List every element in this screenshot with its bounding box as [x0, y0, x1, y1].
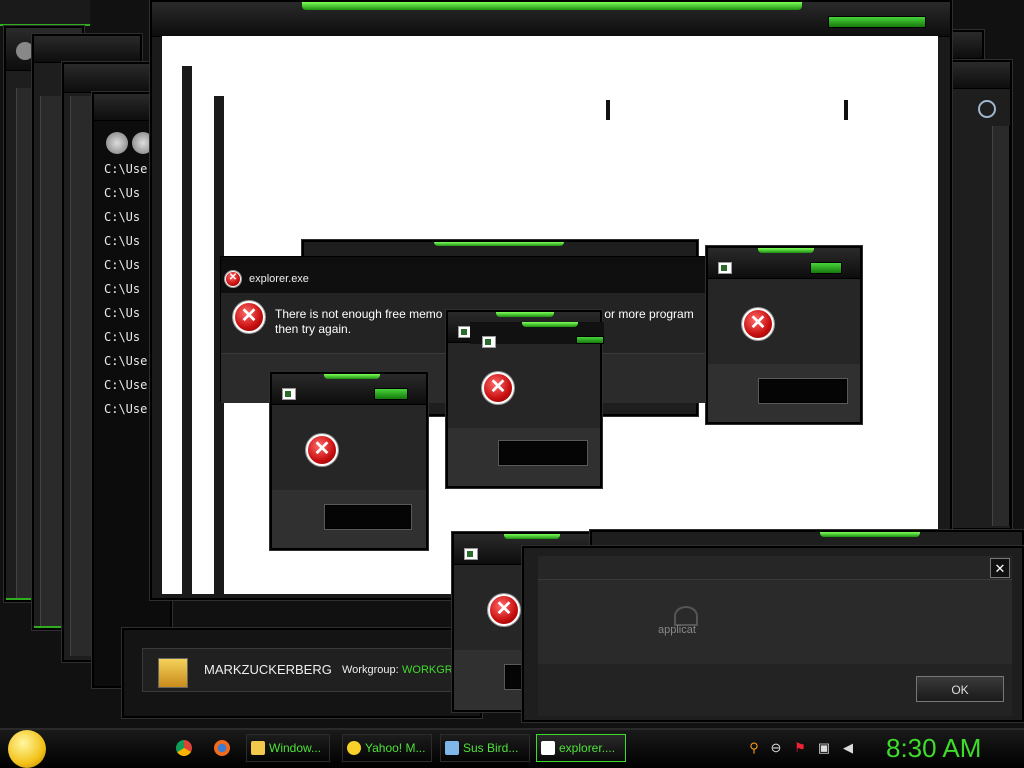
error-icon: ✕: [482, 372, 514, 404]
system-info-panel: MARKZUCKERBERG Workgroup: WORKGRO: [122, 628, 482, 718]
cmd-line: C:\Us: [104, 306, 141, 320]
error-message-line2: then try again.: [275, 322, 352, 336]
taskbar-item[interactable]: Yahoo! M...: [342, 734, 432, 762]
taskbar-item-label: explorer....: [559, 741, 616, 755]
firefox-icon[interactable]: [214, 740, 230, 756]
window-icon: [541, 741, 555, 755]
window-icon: [482, 336, 496, 348]
chrome-icon[interactable]: [176, 740, 192, 756]
dialog-button[interactable]: [758, 378, 848, 404]
application-dialog: ✕ applicat OK: [522, 546, 1024, 722]
search-icon[interactable]: [978, 100, 996, 118]
dialog-button[interactable]: [324, 504, 412, 530]
cmd-line: C:\Use: [104, 354, 148, 368]
computer-name: MARKZUCKERBERG: [204, 662, 332, 677]
window-icon: [464, 548, 478, 560]
folder-icon: [251, 741, 265, 755]
cmd-line: C:\Us: [104, 258, 141, 272]
close-button[interactable]: ✕: [990, 558, 1010, 578]
error-dialog-title: explorer.exe: [249, 273, 309, 285]
yahoo-smiley-icon: [347, 741, 361, 755]
window-icon: [718, 262, 732, 274]
network-icon[interactable]: ▣: [816, 740, 832, 756]
cmd-back-arrow-icon[interactable]: [106, 132, 128, 154]
dialog-button[interactable]: [498, 440, 588, 466]
minus-circle-icon[interactable]: ⊖: [768, 740, 784, 756]
search-icon[interactable]: ⚲: [746, 740, 762, 756]
window-icon: [282, 388, 296, 400]
workgroup-label: Workgroup:: [342, 664, 399, 676]
cmd-line: C:\Us: [104, 282, 141, 296]
window-control-bar[interactable]: [576, 336, 604, 344]
taskbar-item-label: Sus Bird...: [463, 741, 519, 755]
application-icon-label: applicat: [658, 624, 696, 636]
error-popup: ✕: [706, 246, 862, 424]
taskbar-item[interactable]: Window...: [246, 734, 330, 762]
window-control-bar[interactable]: [374, 388, 408, 400]
error-message-line1: There is not enough free memo: [275, 307, 443, 321]
cmd-line: C:\Us: [104, 234, 141, 248]
cmd-line: C:\Use: [104, 378, 148, 392]
window-control-bar[interactable]: [810, 262, 842, 274]
background-window-strip: [0, 0, 90, 26]
taskbar-item-label: Window...: [269, 741, 322, 755]
error-popup: ✕: [446, 310, 604, 488]
taskbar-clock[interactable]: 8:30 AM: [886, 733, 981, 764]
window-control-bar[interactable]: [828, 16, 926, 28]
taskbar-item[interactable]: Sus Bird...: [440, 734, 530, 762]
flag-icon[interactable]: ⚑: [792, 740, 808, 756]
error-icon: ✕: [742, 308, 774, 340]
error-icon: ✕: [306, 434, 338, 466]
taskbar-item-active[interactable]: explorer....: [536, 734, 626, 762]
error-icon: ✕: [488, 594, 520, 626]
start-button[interactable]: [8, 730, 46, 768]
cmd-line: C:\Use: [104, 162, 148, 176]
cmd-line: C:\Use: [104, 402, 148, 416]
error-title-icon: ✕: [225, 271, 241, 287]
ok-button[interactable]: OK: [916, 676, 1004, 702]
volume-icon[interactable]: ◀: [840, 740, 856, 756]
cmd-line: C:\Us: [104, 330, 141, 344]
application-icon: [445, 741, 459, 755]
application-icon: [674, 606, 698, 626]
computer-icon: [158, 658, 188, 688]
error-popup: ✕: [270, 372, 428, 550]
taskbar-item-label: Yahoo! M...: [365, 741, 426, 755]
cmd-line: C:\Us: [104, 210, 141, 224]
error-icon: ✕: [233, 301, 265, 333]
cmd-line: C:\Us: [104, 186, 141, 200]
